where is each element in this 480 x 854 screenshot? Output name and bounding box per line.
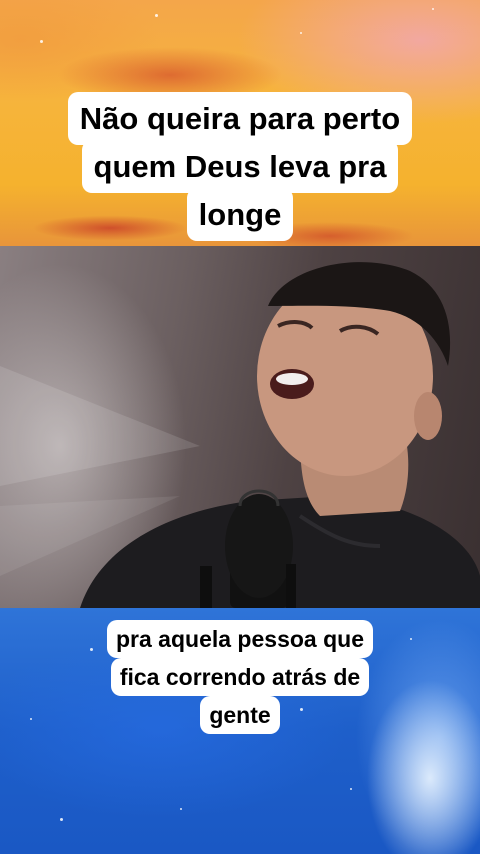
star [60,818,63,821]
star [180,808,182,810]
singer-illustration [0,262,480,608]
star [155,14,158,17]
caption-top-text: Não queira para perto quem Deus leva pra… [67,92,413,241]
caption-bottom: pra aquela pessoa que fica correndo atrá… [90,620,390,734]
star [40,40,43,43]
caption-bottom-text: pra aquela pessoa que fica correndo atrá… [107,620,373,734]
caption-top: Não queira para perto quem Deus leva pra… [50,92,430,241]
star [432,8,434,10]
star [350,788,352,790]
star [300,32,302,34]
singer-video-frame [0,246,480,608]
star [30,718,32,720]
star [410,638,412,640]
ear [414,392,442,440]
